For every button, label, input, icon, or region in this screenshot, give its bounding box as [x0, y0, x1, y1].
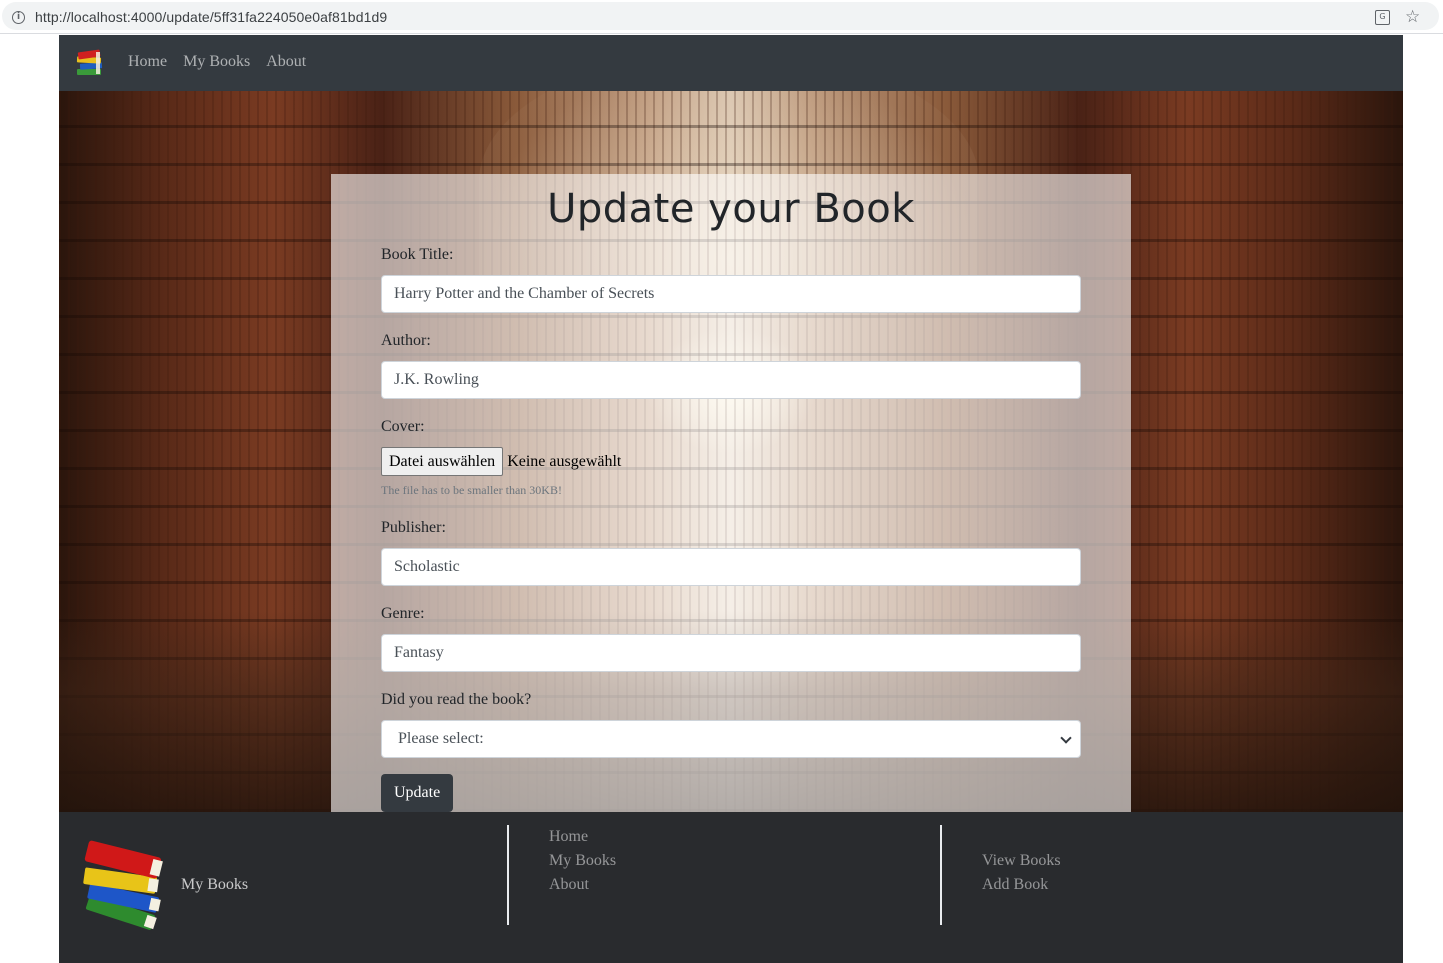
- page: Home My Books About Update your Book Boo…: [59, 35, 1403, 963]
- footer: My Books Home My Books About View Books …: [59, 812, 1403, 963]
- cover-file-input: Datei auswählen Keine ausgewählt: [381, 447, 621, 476]
- genre-input[interactable]: [381, 634, 1081, 672]
- footer-nav-links: Home My Books About: [549, 825, 616, 897]
- info-icon[interactable]: i: [12, 11, 25, 24]
- update-button[interactable]: Update: [381, 774, 454, 812]
- nav-link-about[interactable]: About: [266, 53, 306, 71]
- author-label: Author:: [381, 332, 431, 349]
- read-status-selected: Please select:: [398, 730, 484, 747]
- footer-link-add-book[interactable]: Add Book: [982, 873, 1061, 897]
- nav-links: Home My Books About: [128, 53, 306, 71]
- hero-background: Update your Book Book Title: Author: Cov…: [59, 91, 1403, 812]
- genre-label: Genre:: [381, 605, 425, 622]
- update-form-card: Update your Book Book Title: Author: Cov…: [331, 174, 1131, 812]
- url-field[interactable]: i http://localhost:4000/update/5ff31fa22…: [2, 2, 1439, 30]
- cover-help-text: The file has to be smaller than 30KB!: [381, 483, 562, 497]
- publisher-input[interactable]: [381, 548, 1081, 586]
- nav-link-home[interactable]: Home: [128, 53, 167, 71]
- publisher-label: Publisher:: [381, 519, 446, 536]
- footer-link-view-books[interactable]: View Books: [982, 849, 1061, 873]
- footer-divider: [940, 825, 942, 925]
- footer-brand[interactable]: My Books: [181, 876, 248, 894]
- read-status-label: Did you read the book?: [381, 691, 532, 708]
- nav-link-my-books[interactable]: My Books: [183, 53, 250, 71]
- footer-link-my-books[interactable]: My Books: [549, 849, 616, 873]
- footer-link-home[interactable]: Home: [549, 825, 616, 849]
- books-logo-icon[interactable]: [74, 47, 106, 79]
- book-title-input[interactable]: [381, 275, 1081, 313]
- books-logo-icon: [83, 840, 163, 930]
- book-title-label: Book Title:: [381, 246, 454, 263]
- bookmark-star-icon[interactable]: ☆: [1405, 6, 1420, 28]
- chevron-down-icon: [1060, 732, 1072, 744]
- file-status: Keine ausgewählt: [507, 452, 622, 470]
- footer-divider: [507, 825, 509, 925]
- author-input[interactable]: [381, 361, 1081, 399]
- footer-book-links: View Books Add Book: [982, 849, 1061, 897]
- url-text[interactable]: http://localhost:4000/update/5ff31fa2240…: [35, 9, 387, 25]
- browser-address-bar: i http://localhost:4000/update/5ff31fa22…: [0, 0, 1443, 34]
- footer-link-about[interactable]: About: [549, 873, 616, 897]
- choose-file-button[interactable]: Datei auswählen: [381, 447, 504, 476]
- read-status-select[interactable]: Please select:: [381, 720, 1081, 758]
- page-title: Update your Book: [547, 186, 915, 232]
- translate-icon[interactable]: G: [1375, 10, 1390, 25]
- navbar: Home My Books About: [59, 35, 1403, 91]
- cover-label: Cover:: [381, 418, 425, 435]
